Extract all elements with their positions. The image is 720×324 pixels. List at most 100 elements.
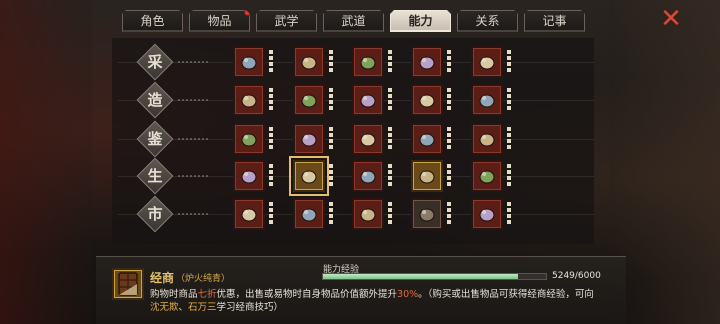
gems-icon (479, 94, 495, 108)
alchemy-flask-icon (419, 94, 435, 108)
tab-martial-way[interactable]: 武道 (323, 10, 384, 32)
map-scroll-icon (419, 170, 435, 184)
tab-character[interactable]: 角色 (122, 10, 183, 32)
level-ticks (507, 127, 511, 151)
ability-slot[interactable] (411, 198, 443, 230)
exp-progress-bar (322, 273, 547, 280)
row-category: 生 (136, 157, 174, 195)
magnifier-stand-icon (360, 133, 376, 147)
ability-slot[interactable] (352, 198, 384, 230)
tab-label: 能力 (408, 14, 433, 28)
food-bowl-icon (241, 170, 257, 184)
dotted-connector (178, 138, 208, 140)
ability-slot[interactable] (471, 123, 503, 155)
ability-slot[interactable] (233, 123, 265, 155)
pickaxe-icon (419, 56, 435, 70)
level-ticks (447, 50, 451, 74)
desc-text: 、 (178, 302, 189, 313)
level-ticks (329, 127, 333, 151)
ability-slot[interactable] (352, 84, 384, 116)
ability-slot[interactable] (293, 198, 325, 230)
level-ticks (269, 88, 273, 112)
desc-highlight: 30% (397, 289, 419, 300)
ability-slot[interactable] (293, 46, 325, 78)
hammer-rock-icon (301, 56, 317, 70)
skill-description-line2: 沈无欺、石万三学习经商技巧） (150, 299, 283, 313)
level-ticks (447, 127, 451, 151)
notification-dot-icon (244, 9, 251, 16)
desc-text: 。（购买或出售物品可获得经商经验，可向 (418, 289, 594, 300)
tab-abilities[interactable]: 能力 (390, 10, 451, 32)
money-bag-icon (241, 208, 257, 222)
level-ticks (507, 202, 511, 226)
dotted-connector (178, 175, 208, 177)
level-ticks (447, 88, 451, 112)
row-category-label: 生 (147, 167, 163, 185)
book-scroll-icon (241, 133, 257, 147)
level-ticks (507, 88, 511, 112)
teapot-icon (360, 208, 376, 222)
jade-bowl-icon (419, 133, 435, 147)
tab-label: 物品 (207, 14, 232, 28)
ability-slot[interactable] (293, 84, 325, 116)
ore-pile-icon (241, 56, 257, 70)
ability-slot[interactable] (411, 46, 443, 78)
dotted-connector (178, 61, 208, 63)
row-category-label: 鉴 (147, 130, 163, 148)
tab-bar: 角色 物品 武学 武道 能力 关系 记事 (122, 10, 591, 34)
ability-slot[interactable] (411, 84, 443, 116)
tab-label: 武道 (341, 14, 366, 28)
anvil-icon (241, 94, 257, 108)
ability-slot[interactable] (411, 123, 443, 155)
row-category: 鉴 (136, 120, 174, 158)
ability-slot[interactable] (411, 160, 443, 192)
left-scene-strip (0, 0, 92, 324)
npc-name: 沈无欺 (150, 302, 179, 313)
hand-give-icon (301, 208, 317, 222)
level-ticks (507, 50, 511, 74)
ability-slot[interactable] (233, 160, 265, 192)
row-category-label: 市 (147, 205, 163, 223)
level-ticks (329, 88, 333, 112)
exp-progress-fill (323, 274, 519, 279)
rope-coil-icon (479, 56, 495, 70)
level-ticks (269, 202, 273, 226)
level-ticks (269, 127, 273, 151)
ability-slot[interactable] (471, 160, 503, 192)
level-ticks (388, 88, 392, 112)
whip-coil-icon (479, 170, 495, 184)
ability-slot[interactable] (352, 123, 384, 155)
level-ticks (388, 202, 392, 226)
tab-relations[interactable]: 关系 (457, 10, 518, 32)
skill-name: 经商 (150, 271, 175, 285)
row-category: 造 (136, 81, 174, 119)
tab-journal[interactable]: 记事 (524, 10, 585, 32)
dotted-connector (178, 213, 208, 215)
skill-rank: （炉火纯青） (176, 274, 231, 284)
ability-slot[interactable] (471, 46, 503, 78)
ability-slot[interactable] (233, 198, 265, 230)
herbs-icon (360, 94, 376, 108)
level-ticks (447, 202, 451, 226)
magnifier-icon (301, 133, 317, 147)
close-x-icon[interactable]: ✕ (657, 6, 685, 34)
level-ticks (447, 164, 451, 188)
tab-martial-arts[interactable]: 武学 (256, 10, 317, 32)
ability-slot[interactable] (471, 198, 503, 230)
level-ticks (269, 50, 273, 74)
chocolate-bar-icon (301, 170, 317, 184)
ability-slot[interactable] (293, 123, 325, 155)
ability-slot[interactable] (352, 160, 384, 192)
ability-slot[interactable] (289, 156, 329, 196)
basket-icon (360, 56, 376, 70)
row-category: 市 (136, 195, 174, 233)
ability-slot[interactable] (233, 46, 265, 78)
npc-name: 石万三 (188, 302, 217, 313)
level-ticks (269, 164, 273, 188)
right-scene-strip (610, 0, 720, 324)
ability-slot[interactable] (352, 46, 384, 78)
row-category-label: 造 (147, 91, 163, 109)
ability-slot[interactable] (233, 84, 265, 116)
tab-items[interactable]: 物品 (189, 10, 250, 32)
ability-slot[interactable] (471, 84, 503, 116)
